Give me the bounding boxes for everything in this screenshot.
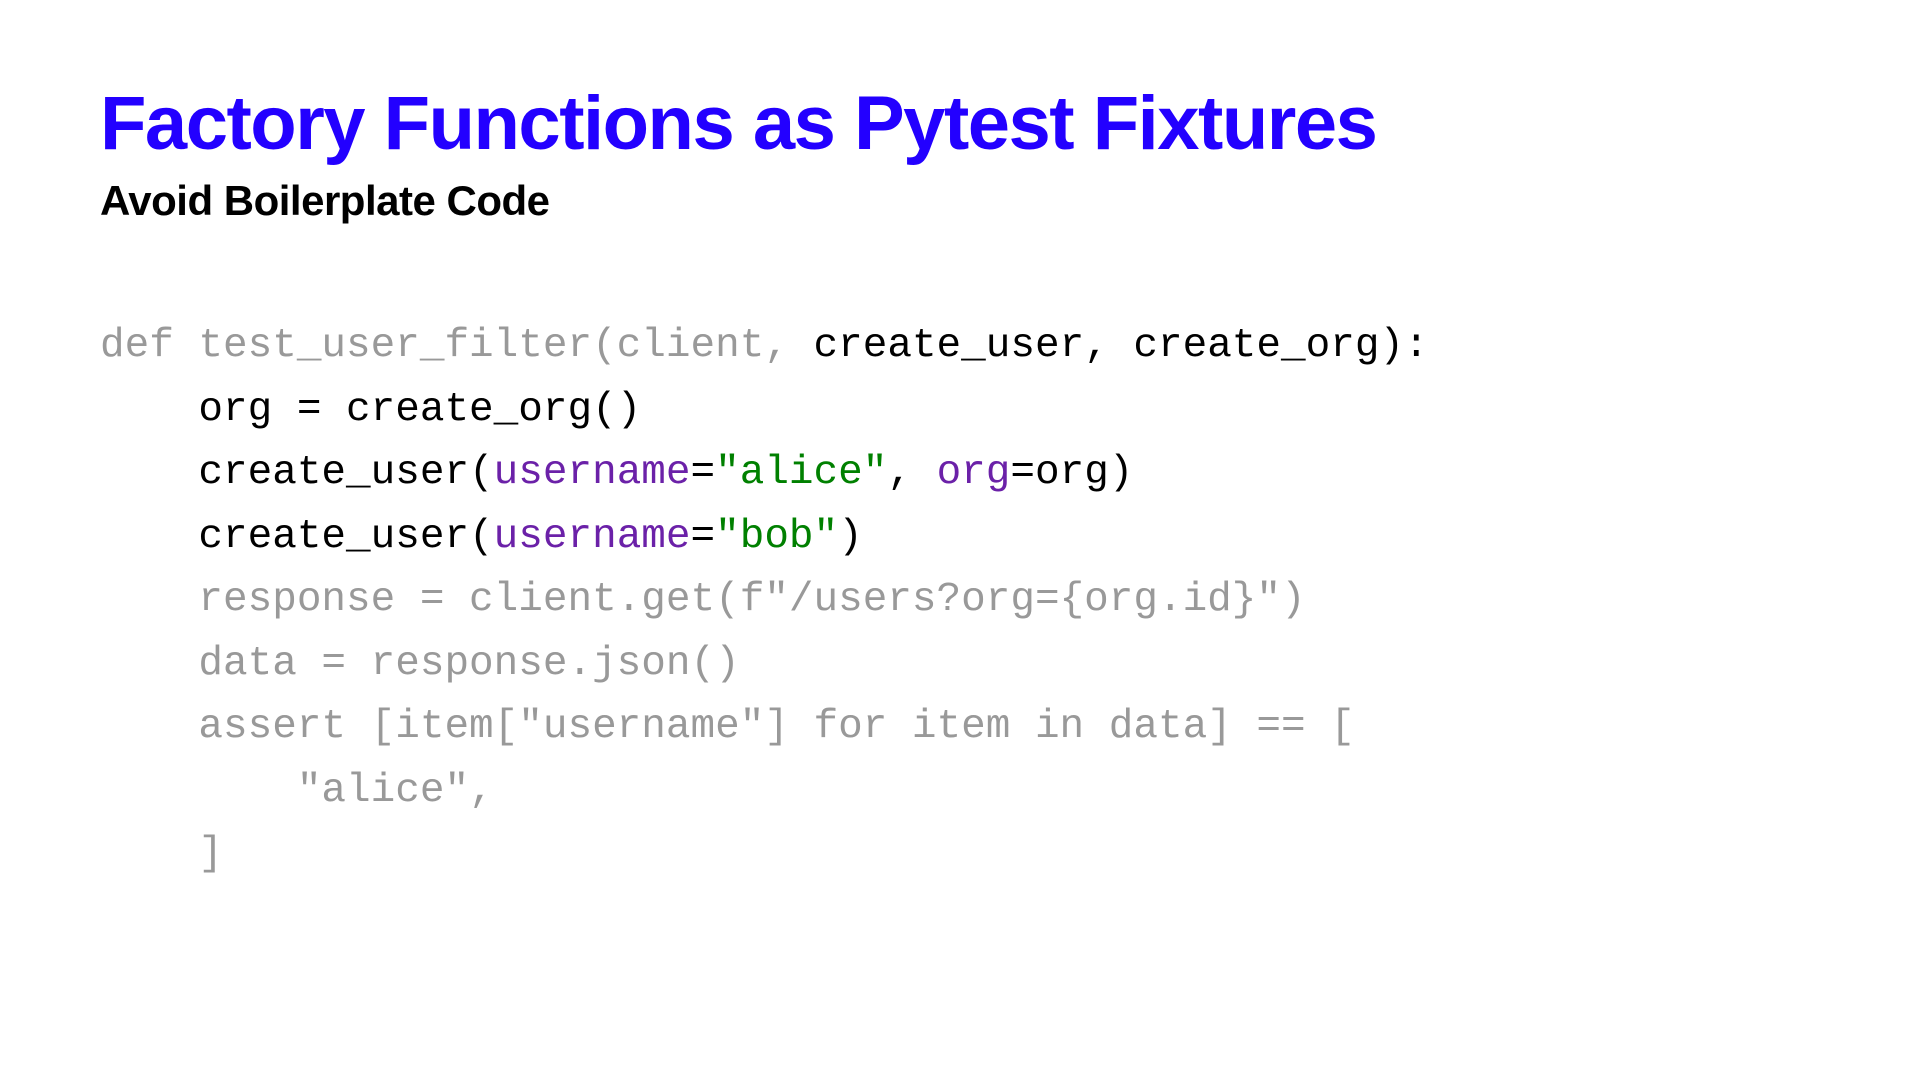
- code-line-3-prefix: create_user(: [100, 450, 494, 496]
- code-line-3-eq1: =: [691, 450, 716, 496]
- code-line-8: "alice",: [100, 768, 494, 814]
- code-line-9: ]: [100, 831, 223, 877]
- code-line-4-eq: =: [691, 514, 716, 560]
- code-line-5: response = client.get(f"/users?org={org.…: [100, 577, 1306, 623]
- code-line-4-suffix: ): [838, 514, 863, 560]
- code-line-4-kwarg: username: [494, 514, 691, 560]
- code-line-7: assert [item["username"] for item in dat…: [100, 704, 1355, 750]
- code-line-1-dim: def test_user_filter(client,: [100, 323, 814, 369]
- code-line-3-kwarg2: org: [937, 450, 1011, 496]
- code-line-1-params: create_user, create_org):: [814, 323, 1429, 369]
- code-line-3-kwarg1: username: [494, 450, 691, 496]
- code-line-2: org = create_org(): [100, 387, 641, 433]
- code-line-3-eq2: =org): [1010, 450, 1133, 496]
- code-line-6: data = response.json(): [100, 641, 740, 687]
- slide-title: Factory Functions as Pytest Fixtures: [100, 80, 1820, 167]
- code-line-3-str1: "alice": [715, 450, 887, 496]
- code-block: def test_user_filter(client, create_user…: [100, 315, 1820, 887]
- code-line-3-mid: ,: [887, 450, 936, 496]
- code-line-4-str: "bob": [715, 514, 838, 560]
- code-line-4-prefix: create_user(: [100, 514, 494, 560]
- slide-subtitle: Avoid Boilerplate Code: [100, 177, 1820, 225]
